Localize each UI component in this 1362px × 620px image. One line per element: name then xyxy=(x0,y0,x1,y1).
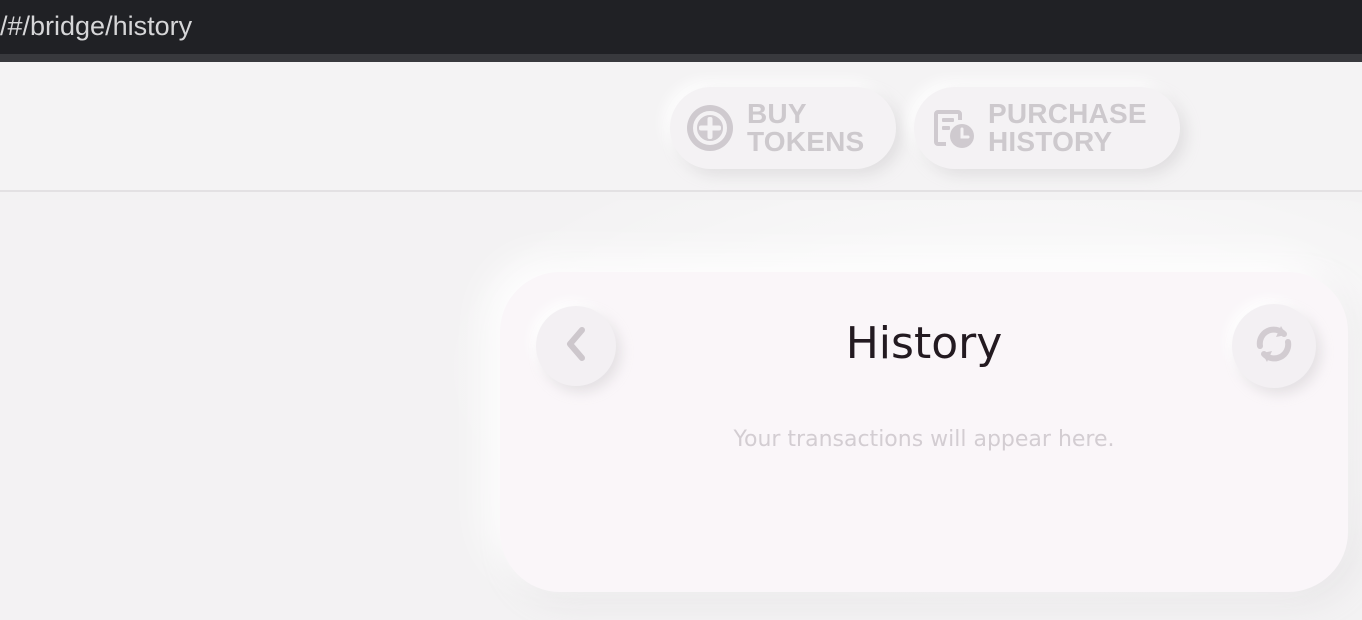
history-card: History Your transactions will appear he… xyxy=(500,272,1348,592)
purchase-history-label: PURCHASE HISTORY xyxy=(988,100,1147,156)
buy-tokens-label-line2: TOKENS xyxy=(747,126,865,157)
top-header: BUY TOKENS PURCHASE HISTORY xyxy=(0,62,1362,192)
refresh-button[interactable] xyxy=(1232,304,1316,388)
empty-state-message: Your transactions will appear here. xyxy=(733,427,1115,452)
history-title: History xyxy=(845,318,1003,369)
buy-tokens-button[interactable]: BUY TOKENS xyxy=(670,87,896,169)
buy-tokens-label-line1: BUY xyxy=(747,98,807,129)
receipt-clock-icon xyxy=(934,106,976,150)
refresh-icon xyxy=(1252,322,1296,370)
plus-circle-icon xyxy=(685,103,735,153)
purchase-history-label-line2: HISTORY xyxy=(988,126,1113,157)
browser-address-bar: /#/bridge/history xyxy=(0,0,1362,62)
purchase-history-label-line1: PURCHASE xyxy=(988,98,1147,129)
buy-tokens-label: BUY TOKENS xyxy=(747,100,864,156)
address-url[interactable]: /#/bridge/history xyxy=(0,10,192,42)
purchase-history-button[interactable]: PURCHASE HISTORY xyxy=(914,87,1180,169)
